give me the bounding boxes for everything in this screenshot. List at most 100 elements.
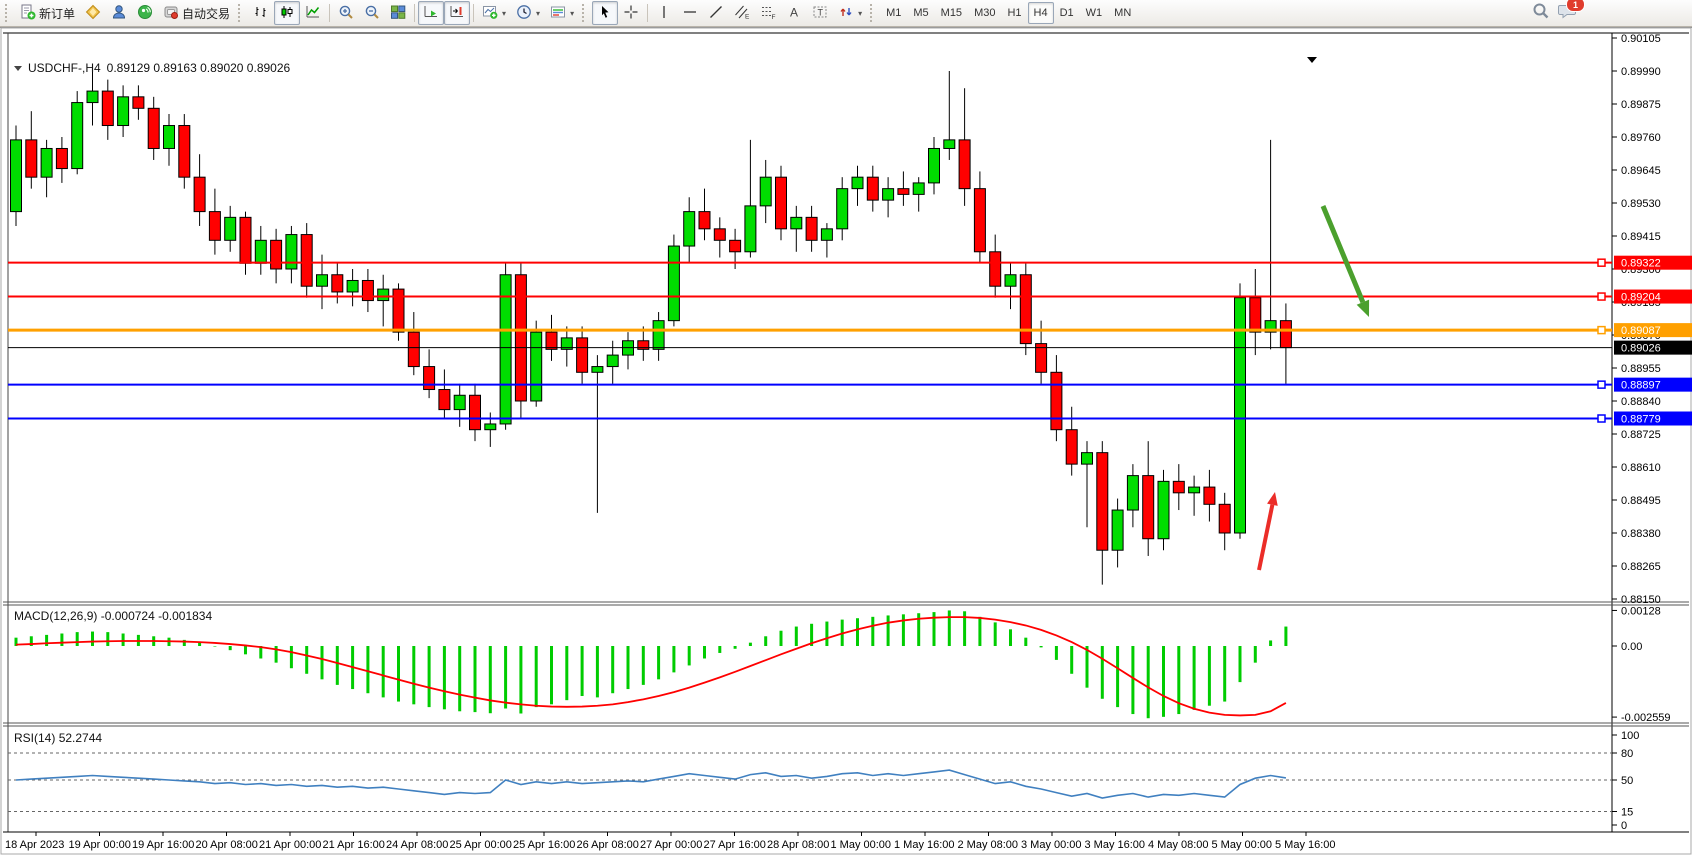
candle xyxy=(347,269,358,306)
timeframe-button-H1[interactable]: H1 xyxy=(1001,2,1027,24)
one-click-trading-icon[interactable] xyxy=(14,66,22,71)
timeframe-button-D1[interactable]: D1 xyxy=(1054,2,1080,24)
equidistant-channel-button[interactable]: E xyxy=(729,1,755,25)
candle xyxy=(1005,263,1016,309)
arrows-button[interactable]: ▾ xyxy=(833,1,867,25)
timeframe-button-H4[interactable]: H4 xyxy=(1028,2,1054,24)
candle xyxy=(714,217,725,257)
vertical-line-button[interactable] xyxy=(651,1,677,25)
timeframe-button-M5[interactable]: M5 xyxy=(907,2,934,24)
toolbar-grip xyxy=(238,4,245,22)
macd-pane: 0.001280.00-0.002559 xyxy=(15,605,1671,724)
horizontal-line-button[interactable] xyxy=(677,1,703,25)
auto-scroll-button[interactable] xyxy=(418,1,444,25)
price-line-label: 0.88897 xyxy=(1621,380,1661,392)
price-line-label: 0.89204 xyxy=(1621,292,1661,304)
svg-text:0.89415: 0.89415 xyxy=(1621,231,1661,243)
notifications-button[interactable]: 1 xyxy=(1558,2,1578,25)
candle xyxy=(929,137,940,194)
candle xyxy=(1127,464,1138,527)
horizontal-line[interactable]: 0.89087 xyxy=(8,323,1692,337)
candle xyxy=(959,88,970,206)
bar-chart-button[interactable] xyxy=(248,1,274,25)
price-line-label: 0.89087 xyxy=(1621,325,1661,337)
timeframe-button-M15[interactable]: M15 xyxy=(935,2,968,24)
svg-text:20 Apr 08:00: 20 Apr 08:00 xyxy=(196,839,258,851)
zoom-in-icon xyxy=(338,4,354,23)
vertical-line-icon xyxy=(656,4,672,23)
arrows-icon xyxy=(838,4,854,23)
svg-text:0.00128: 0.00128 xyxy=(1621,605,1661,617)
red-up-arrow[interactable] xyxy=(1259,492,1278,570)
candle xyxy=(974,171,985,263)
svg-text:F: F xyxy=(772,14,776,20)
candle xyxy=(133,85,144,119)
horizontal-line[interactable]: 0.88897 xyxy=(8,378,1692,392)
crosshair-button[interactable] xyxy=(618,1,644,25)
zoom-in-button[interactable] xyxy=(333,1,359,25)
svg-text:19 Apr 00:00: 19 Apr 00:00 xyxy=(69,839,131,851)
green-down-arrow[interactable] xyxy=(1323,206,1369,317)
trendline-button[interactable] xyxy=(703,1,729,25)
timeframe-button-M30[interactable]: M30 xyxy=(968,2,1001,24)
periods-button[interactable]: ▾ xyxy=(511,1,545,25)
cursor-button[interactable] xyxy=(592,1,618,25)
indicators-button[interactable]: ▾ xyxy=(477,1,511,25)
candle xyxy=(454,384,465,427)
svg-text:50: 50 xyxy=(1621,775,1633,787)
horizontal-line[interactable]: 0.89204 xyxy=(8,290,1692,304)
toolbar-grip xyxy=(870,4,877,22)
market-button[interactable] xyxy=(80,1,106,25)
market-icon xyxy=(85,4,101,23)
svg-text:15: 15 xyxy=(1621,807,1633,819)
zoom-out-button[interactable] xyxy=(359,1,385,25)
candle xyxy=(194,154,205,226)
svg-text:18 Apr 2023: 18 Apr 2023 xyxy=(5,839,64,851)
candle xyxy=(424,349,435,398)
candle xyxy=(1280,303,1291,383)
horizontal-line[interactable]: 0.89026 xyxy=(8,341,1692,355)
candle xyxy=(684,197,695,263)
tile-windows-icon xyxy=(390,4,406,23)
timeframe-button-MN[interactable]: MN xyxy=(1108,2,1137,24)
candle xyxy=(41,140,52,197)
candle xyxy=(1097,441,1108,584)
new-order-button[interactable]: 新订单 xyxy=(15,1,80,25)
chart-title: USDCHF-,H4 0.89129 0.89163 0.89020 0.890… xyxy=(14,61,290,75)
chevron-down-icon: ▾ xyxy=(536,9,540,18)
chart-symbol-period: USDCHF-,H4 xyxy=(28,61,101,75)
autotrading-button[interactable]: 自动交易 xyxy=(158,1,235,25)
timeframe-button-W1[interactable]: W1 xyxy=(1080,2,1109,24)
price-line-label: 0.88779 xyxy=(1621,414,1661,426)
horizontal-line[interactable]: 0.88779 xyxy=(8,412,1692,426)
templates-button[interactable]: ▾ xyxy=(545,1,579,25)
chart-shift-button[interactable] xyxy=(444,1,470,25)
signals-button[interactable] xyxy=(132,1,158,25)
line-chart-button[interactable] xyxy=(300,1,326,25)
price-axis[interactable]: 0.901050.899900.898750.897600.896450.895… xyxy=(1612,33,1661,606)
rsi-line xyxy=(16,770,1286,798)
candle xyxy=(179,114,190,189)
search-icon[interactable] xyxy=(1532,2,1550,25)
fibonacci-button[interactable]: F xyxy=(755,1,781,25)
text-button[interactable]: A xyxy=(781,1,807,25)
notification-badge: 1 xyxy=(1566,0,1585,12)
tile-windows-button[interactable] xyxy=(385,1,411,25)
candle xyxy=(1219,493,1230,550)
text-label-button[interactable]: T xyxy=(807,1,833,25)
candlestick-chart-button[interactable] xyxy=(274,1,300,25)
time-axis[interactable]: 18 Apr 202319 Apr 00:0019 Apr 16:0020 Ap… xyxy=(5,832,1336,851)
chart-canvas[interactable]: 0.901050.899900.898750.897600.896450.895… xyxy=(0,0,1692,855)
community-button[interactable] xyxy=(106,1,132,25)
rsi-pane: 1008050150 xyxy=(8,730,1639,832)
timeframe-button-M1[interactable]: M1 xyxy=(880,2,907,24)
svg-text:21 Apr 16:00: 21 Apr 16:00 xyxy=(323,839,385,851)
candle xyxy=(1112,499,1123,568)
candle xyxy=(1020,263,1031,355)
svg-text:0.89875: 0.89875 xyxy=(1621,99,1661,111)
candlestick-chart-icon xyxy=(279,4,295,23)
svg-text:0.88725: 0.88725 xyxy=(1621,429,1661,441)
chart-shift-marker-icon[interactable] xyxy=(1307,57,1317,63)
toolbar-separator xyxy=(647,4,648,22)
candle xyxy=(806,206,817,252)
